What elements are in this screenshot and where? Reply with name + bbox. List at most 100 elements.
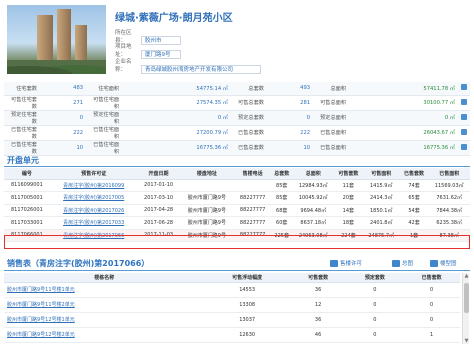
stat-value: 0 (40, 110, 87, 126)
sales-row[interactable]: 胶州市厦门路9号12号楼1单元 13037 36 0 0 (4, 312, 460, 328)
units-header: 预售许可证 (49, 168, 138, 180)
stat-label: 可售总面积 (313, 95, 350, 111)
stat-value: 0 (266, 110, 314, 126)
units-cell: 88227777 (234, 216, 271, 230)
company-row: 企业名称： 青岛绿城胶州湾房地产开发有限公司 (115, 57, 261, 74)
stat-label: 预定住宅面积 (86, 110, 123, 126)
units-cell (179, 179, 235, 192)
chart-icon[interactable] (458, 140, 470, 156)
permit-link[interactable]: 青房注字(胶州)第2017033 (49, 216, 138, 230)
sales-cell: 0 (403, 282, 460, 298)
stat-label: 已售总套数 (230, 140, 267, 156)
sales-header: 楼栋名称 (4, 273, 205, 283)
sales-header: 可售套数 (289, 273, 347, 283)
project-photo (7, 5, 106, 74)
stat-label: 已售总套数 (230, 125, 267, 141)
units-row[interactable]: 8117033001 青房注字(胶州)第2017033 2017-06-28 胶州市厦… (4, 216, 470, 230)
stat-value: 26043.67 ㎡ (349, 125, 458, 141)
units-cell: 20套 (333, 191, 363, 205)
stat-label: 已售总面积 (313, 125, 350, 141)
units-cell: 胶州市厦门路9号 (179, 216, 235, 230)
units-cell: 54套 (399, 204, 429, 217)
stat-label: 预定总面积 (313, 110, 350, 126)
units-cell: 8637.18㎡ (292, 216, 334, 230)
building-link[interactable]: 胶州市厦门路9号11号楼1单元 (4, 282, 205, 298)
stat-value: 10 (266, 140, 314, 156)
building-link[interactable]: 胶州市厦门路9号12号楼2单元 (4, 327, 205, 343)
stat-value: 281 (266, 95, 314, 111)
stat-value: 30100.77 ㎡ (349, 95, 458, 111)
units-cell: 胶州市厦门路9号 (179, 204, 235, 217)
stat-label: 总套数 (230, 82, 267, 96)
project-title: 绿城·紫薇广场·朗月苑小区 (115, 13, 233, 24)
stats-row: 已售住宅套数 10 已售住宅面积 16775.36 ㎡已售总套数 10 已售总面积 1677… (4, 140, 470, 156)
chart-icon[interactable] (458, 82, 470, 96)
sales-cell: 0 (403, 312, 460, 328)
units-cell: 18套 (333, 216, 363, 230)
units-row[interactable]: 8116099001 青房注字(胶州)第2016099 2017-01-10 85套 1… (4, 179, 470, 192)
permit-link[interactable]: 青房注字(胶州)第2017026 (49, 204, 138, 217)
stats-row: 可售住宅套数 271 可售住宅面积 27574.35 ㎡可售总套数 281 可售总面积 30… (4, 95, 470, 111)
stat-value: 271 (40, 95, 87, 111)
units-row[interactable]: 8117005001 青房注字(胶州)第2017005 2017-03-10 胶州市厦… (4, 191, 470, 205)
scroll-thumb[interactable] (464, 283, 469, 313)
permit-button[interactable]: 售楼许可 (330, 259, 362, 267)
stats-row: 预定住宅套数 0 预定住宅面积 0 ㎡预定总套数 0 预定总面积 0 ㎡ (4, 110, 470, 126)
floor-plan-button[interactable]: 楼型图 (430, 259, 457, 267)
stat-value: 0 ㎡ (122, 110, 231, 126)
building-link[interactable]: 胶州市厦门路9号12号楼1单元 (4, 312, 205, 328)
sales-row[interactable]: 胶州市厦门路9号11号楼1单元 14553 36 0 0 (4, 282, 460, 298)
master-plan-button[interactable]: 总图 (392, 259, 413, 267)
stat-value: 493 (266, 82, 314, 96)
units-cell: 14套 (333, 204, 363, 217)
stat-label: 已售住宅面积 (86, 140, 123, 156)
units-cell: 85套 (270, 191, 293, 205)
units-header: 已售面积 (428, 168, 470, 180)
scroll-up-icon[interactable]: ▲ (463, 273, 470, 279)
sales-cell: 1 (403, 327, 460, 343)
map-icon (392, 260, 400, 267)
sales-header: 已售套数 (403, 273, 460, 283)
stat-value: 54775.14 ㎡ (122, 82, 231, 96)
units-divider (4, 166, 470, 167)
stats-table: 住宅套数 483 住宅面积 54775.14 ㎡总套数 493 总面积 57411.78 ㎡… (4, 82, 470, 156)
stat-value: 10 (40, 140, 87, 156)
scroll-down-icon[interactable]: ▼ (463, 338, 470, 344)
sales-section-title: 销售表（青房注字(胶州)第2017066） (7, 259, 150, 268)
chart-icon[interactable] (458, 95, 470, 111)
stat-label: 住宅套数 (4, 82, 40, 96)
units-cell: 68套 (270, 204, 293, 217)
permit-link[interactable]: 青房注字(胶州)第2017005 (49, 191, 138, 205)
sales-cell: 46 (289, 327, 347, 343)
units-header: 开盘日期 (137, 168, 180, 180)
sales-cell: 0 (346, 327, 404, 343)
sales-cell: 12 (289, 297, 347, 313)
stat-label: 总面积 (313, 82, 350, 96)
units-cell: 1850.1㎡ (362, 204, 400, 217)
units-cell: 2017-04-28 (137, 204, 180, 217)
units-cell: 2414.3㎡ (362, 191, 400, 205)
sales-cell: 36 (289, 282, 347, 298)
units-cell: 2017-06-28 (137, 216, 180, 230)
units-header: 售楼电话 (234, 168, 271, 180)
units-cell: 8117005001 (4, 191, 50, 205)
stat-value: 57411.78 ㎡ (349, 82, 458, 96)
chart-icon[interactable] (458, 110, 470, 126)
building-link[interactable]: 胶州市厦门路9号11号楼2单元 (4, 297, 205, 313)
sales-row[interactable]: 胶州市厦门路9号11号楼2单元 13308 12 0 0 (4, 297, 460, 313)
units-cell: 74套 (399, 179, 429, 192)
units-cell: 7844.38㎡ (428, 204, 470, 217)
units-header: 总面积 (292, 168, 334, 180)
stat-value: 16775.36 ㎡ (122, 140, 231, 156)
stat-label: 预定住宅套数 (4, 110, 40, 126)
units-header: 楼盘地址 (179, 168, 235, 180)
units-row[interactable]: 8117026001 青房注字(胶州)第2017026 2017-04-28 胶州市厦… (4, 204, 470, 217)
permit-link[interactable]: 青房注字(胶州)第2016099 (49, 179, 138, 192)
sales-scrollbar[interactable]: ▲ ▼ (462, 273, 469, 344)
sales-row[interactable]: 胶州市厦门路9号12号楼2单元 12630 46 0 1 (4, 327, 460, 343)
chart-icon[interactable] (458, 125, 470, 141)
sales-table: 楼栋名称 可售浮动幅度 可售套数 预定套数 已售套数 胶州市厦门路9号11号楼1单元 14… (4, 273, 460, 343)
stat-label: 可售住宅套数 (4, 95, 40, 111)
units-cell: 11套 (333, 179, 363, 192)
units-cell: 11569.03㎡ (428, 179, 470, 192)
